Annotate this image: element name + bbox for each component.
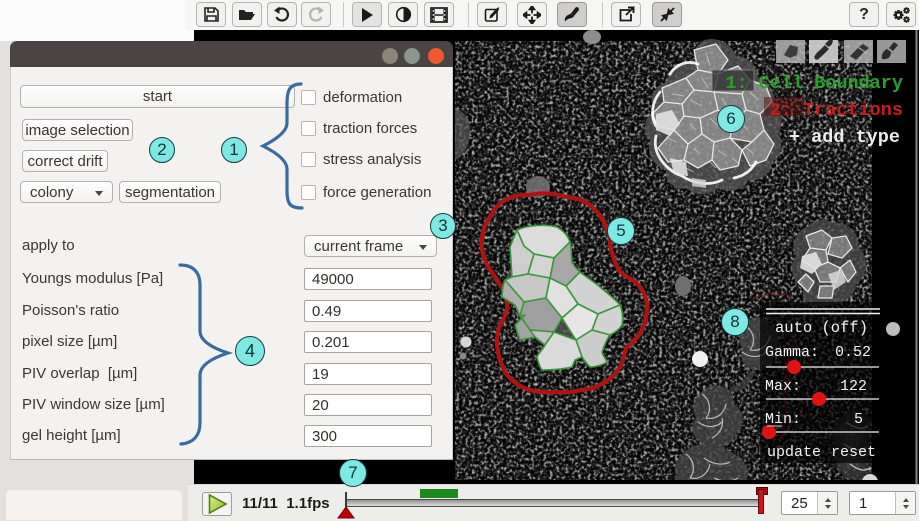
svg-text:122: 122 [840,378,867,395]
svg-text:update: update [767,444,821,461]
svg-text:Gamma:: Gamma: [765,344,819,361]
svg-text:1: Cell Boundary: 1: Cell Boundary [725,73,903,94]
svg-text:reset: reset [831,444,876,461]
svg-text:+ add type: + add type [789,127,900,148]
svg-text:5: 5 [854,411,863,428]
svg-text:Max:: Max: [765,378,801,395]
svg-text:auto (off): auto (off) [775,319,868,337]
svg-text:0.52: 0.52 [835,344,871,361]
svg-text:2: Tractions: 2: Tractions [770,100,903,121]
